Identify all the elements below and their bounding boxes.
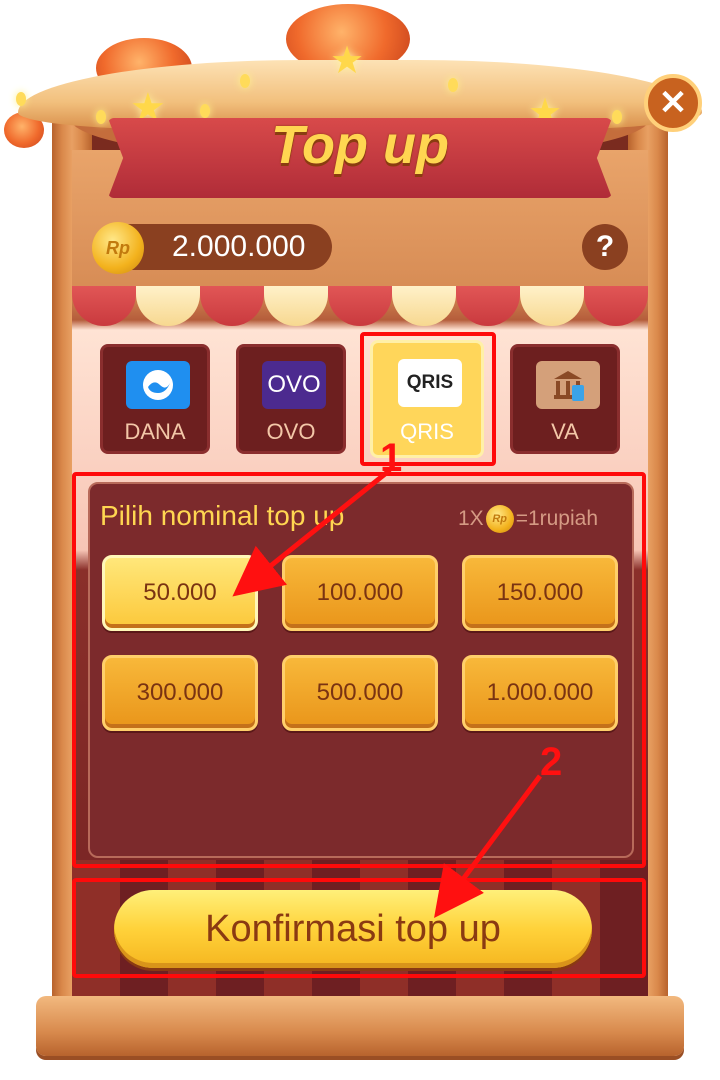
ovo-logo-icon: OVO: [262, 361, 326, 409]
ovo-logo-text: OVO: [267, 371, 321, 398]
light-bulb-icon: [448, 78, 458, 92]
balance-amount: 2.000.000: [172, 230, 306, 263]
annotation-box-nominal: [72, 472, 646, 868]
star-icon: ★: [330, 40, 365, 82]
tab-va[interactable]: VA: [510, 344, 620, 454]
light-bulb-icon: [240, 74, 250, 88]
awning-scallop: [456, 286, 520, 326]
awning-scallop: [72, 286, 136, 326]
awning: [72, 286, 648, 326]
awning-scallop: [584, 286, 648, 326]
dialog-title: Top up: [271, 115, 449, 175]
dana-logo-icon: [126, 361, 190, 409]
awning-scallop: [520, 286, 584, 326]
bank-icon: [536, 361, 600, 409]
awning-scallop: [200, 286, 264, 326]
help-icon: ?: [595, 230, 615, 263]
close-button[interactable]: ✕: [644, 74, 702, 132]
awning-scallop: [392, 286, 456, 326]
tab-label: DANA: [124, 419, 186, 444]
annotation-box-confirm: [72, 878, 646, 978]
tab-label: VA: [551, 419, 579, 444]
bottom-plank: [36, 996, 684, 1056]
tab-ovo[interactable]: OVO OVO: [236, 344, 346, 454]
coin-icon: Rp: [92, 222, 144, 274]
annotation-number-1: 1: [380, 436, 403, 480]
close-icon: ✕: [658, 84, 688, 122]
annotation-number-2: 2: [540, 740, 563, 784]
awning-scallop: [264, 286, 328, 326]
tab-dana[interactable]: DANA: [100, 344, 210, 454]
light-bulb-icon: [16, 92, 26, 106]
awning-scallop: [328, 286, 392, 326]
tab-label: OVO: [266, 419, 316, 444]
coin-badge-text: Rp: [106, 237, 130, 258]
awning-scallop: [136, 286, 200, 326]
help-button[interactable]: ?: [582, 224, 628, 270]
